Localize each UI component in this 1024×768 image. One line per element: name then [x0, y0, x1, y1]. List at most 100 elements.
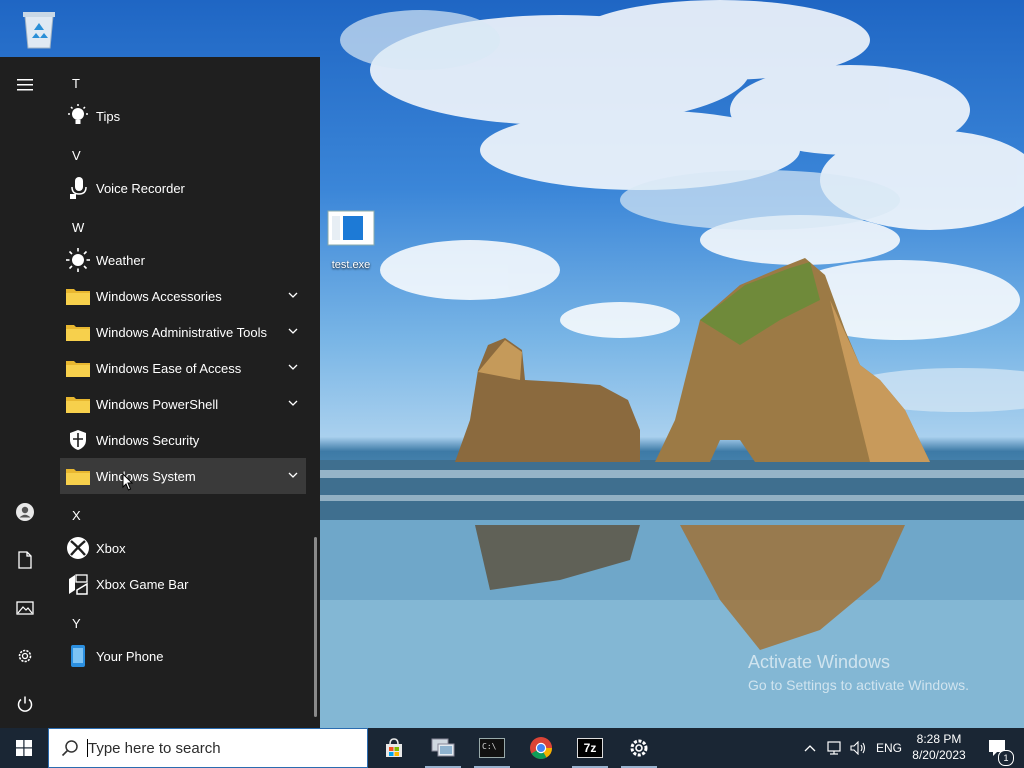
app-label: Windows System	[96, 468, 196, 484]
taskbar: Type here to search C:\ 7z ENG 8:28 PM 8…	[0, 728, 1024, 768]
section-letter-y[interactable]: Y	[72, 616, 81, 631]
taskbar-microsoft-store[interactable]	[370, 728, 418, 768]
app-label: Windows Ease of Access	[96, 360, 242, 376]
app-item-xbox[interactable]: Xbox	[60, 530, 306, 566]
network-app-icon	[431, 738, 455, 757]
show-hidden-icons-button[interactable]	[800, 728, 820, 768]
document-icon	[18, 551, 32, 569]
recycle-bin-icon	[14, 8, 64, 53]
search-placeholder: Type here to search	[88, 739, 221, 757]
taskbar-7zip[interactable]: 7z	[566, 728, 614, 768]
user-account-button[interactable]	[0, 492, 50, 532]
app-item-windows-ease-of-access[interactable]: Windows Ease of Access	[60, 350, 306, 386]
app-item-windows-administrative-tools[interactable]: Windows Administrative Tools	[60, 314, 306, 350]
start-menu: T Tips V Voice Recorder W Weather Window…	[0, 57, 320, 728]
7zip-icon: 7z	[577, 738, 603, 758]
phone-icon	[60, 638, 96, 674]
lightbulb-icon	[60, 98, 96, 134]
folder-icon	[60, 314, 96, 350]
app-label: Your Phone	[96, 648, 164, 664]
app-item-voice-recorder[interactable]: Voice Recorder	[60, 170, 306, 206]
volume-button[interactable]	[848, 728, 870, 768]
shield-icon	[60, 422, 96, 458]
taskbar-command-prompt[interactable]: C:\	[468, 728, 516, 768]
sun-icon	[60, 242, 96, 278]
section-letter-w[interactable]: W	[72, 220, 84, 235]
section-letter-v[interactable]: V	[72, 148, 81, 163]
folder-icon	[60, 458, 96, 494]
taskbar-settings[interactable]	[615, 728, 663, 768]
section-letter-t[interactable]: T	[72, 76, 80, 91]
chevron-down-icon[interactable]	[288, 470, 298, 480]
app-item-windows-security[interactable]: Windows Security	[60, 422, 306, 458]
chevron-down-icon[interactable]	[288, 326, 298, 336]
recycle-bin[interactable]	[14, 8, 64, 53]
chevron-up-icon	[804, 745, 816, 752]
pictures-button[interactable]	[0, 588, 50, 628]
7zip-label: 7z	[583, 741, 597, 755]
desktop-file-test-exe[interactable]: test.exe	[322, 210, 380, 271]
search-box[interactable]: Type here to search	[48, 728, 368, 768]
folder-icon	[60, 350, 96, 386]
app-label: Xbox Game Bar	[96, 576, 189, 592]
app-item-xbox-game-bar[interactable]: Xbox Game Bar	[60, 566, 306, 602]
app-item-windows-system[interactable]: Windows System	[60, 458, 306, 494]
activation-watermark: Activate Windows Go to Settings to activ…	[748, 652, 969, 693]
settings-button[interactable]	[0, 636, 50, 676]
app-label: Windows Security	[96, 432, 200, 448]
app-list: T Tips V Voice Recorder W Weather Window…	[60, 57, 306, 728]
chevron-down-icon[interactable]	[288, 290, 298, 300]
user-icon	[16, 503, 34, 521]
xbox-game-bar-icon	[60, 566, 96, 602]
notification-count-badge: 1	[998, 750, 1014, 766]
power-button[interactable]	[0, 684, 50, 724]
store-icon	[386, 738, 402, 757]
input-language[interactable]: ENG	[876, 741, 902, 755]
network-icon	[827, 741, 841, 755]
cmd-label: C:\	[482, 742, 497, 751]
watermark-title: Activate Windows	[748, 652, 891, 672]
search-icon	[61, 740, 78, 757]
app-item-tips[interactable]: Tips	[60, 98, 306, 134]
chevron-down-icon[interactable]	[288, 398, 298, 408]
app-label: Voice Recorder	[96, 180, 185, 196]
hamburger-icon	[17, 79, 33, 91]
clock-time: 8:28 PM	[916, 732, 962, 746]
action-center-button[interactable]: 1	[978, 728, 1018, 768]
xbox-icon	[60, 530, 96, 566]
pictures-icon	[16, 601, 34, 615]
clock[interactable]: 8:28 PM 8/20/2023	[906, 731, 972, 765]
settings-icon	[18, 649, 32, 663]
mouse-cursor-icon	[122, 473, 134, 491]
app-item-your-phone[interactable]: Your Phone	[60, 638, 306, 674]
taskbar-network-app[interactable]	[419, 728, 467, 768]
network-status-button[interactable]	[824, 728, 846, 768]
app-label: Tips	[96, 108, 121, 124]
folder-icon	[60, 278, 96, 314]
power-icon	[17, 696, 33, 712]
settings-icon	[630, 739, 648, 757]
folder-icon	[60, 386, 96, 422]
start-button[interactable]	[0, 728, 48, 768]
app-item-windows-accessories[interactable]: Windows Accessories	[60, 278, 306, 314]
app-item-weather[interactable]: Weather	[60, 242, 306, 278]
chrome-icon	[530, 737, 552, 759]
watermark-subtitle: Go to Settings to activate Windows.	[748, 677, 969, 693]
expand-menu-button[interactable]	[0, 65, 50, 105]
app-item-windows-powershell[interactable]: Windows PowerShell	[60, 386, 306, 422]
app-label: Xbox	[96, 540, 126, 556]
app-label: Windows Administrative Tools	[96, 324, 267, 340]
start-menu-rail	[0, 57, 50, 728]
windows-logo-icon	[16, 740, 32, 756]
executable-file-icon	[322, 210, 380, 249]
documents-button[interactable]	[0, 540, 50, 580]
section-letter-x[interactable]: X	[72, 508, 81, 523]
app-label: Windows PowerShell	[96, 396, 219, 412]
app-label: Windows Accessories	[96, 288, 222, 304]
clock-date: 8/20/2023	[912, 748, 966, 762]
desktop-file-label: test.exe	[331, 259, 371, 271]
chevron-down-icon[interactable]	[288, 362, 298, 372]
app-label: Weather	[96, 252, 145, 268]
taskbar-chrome[interactable]	[517, 728, 565, 768]
app-list-scrollbar[interactable]	[314, 537, 317, 717]
